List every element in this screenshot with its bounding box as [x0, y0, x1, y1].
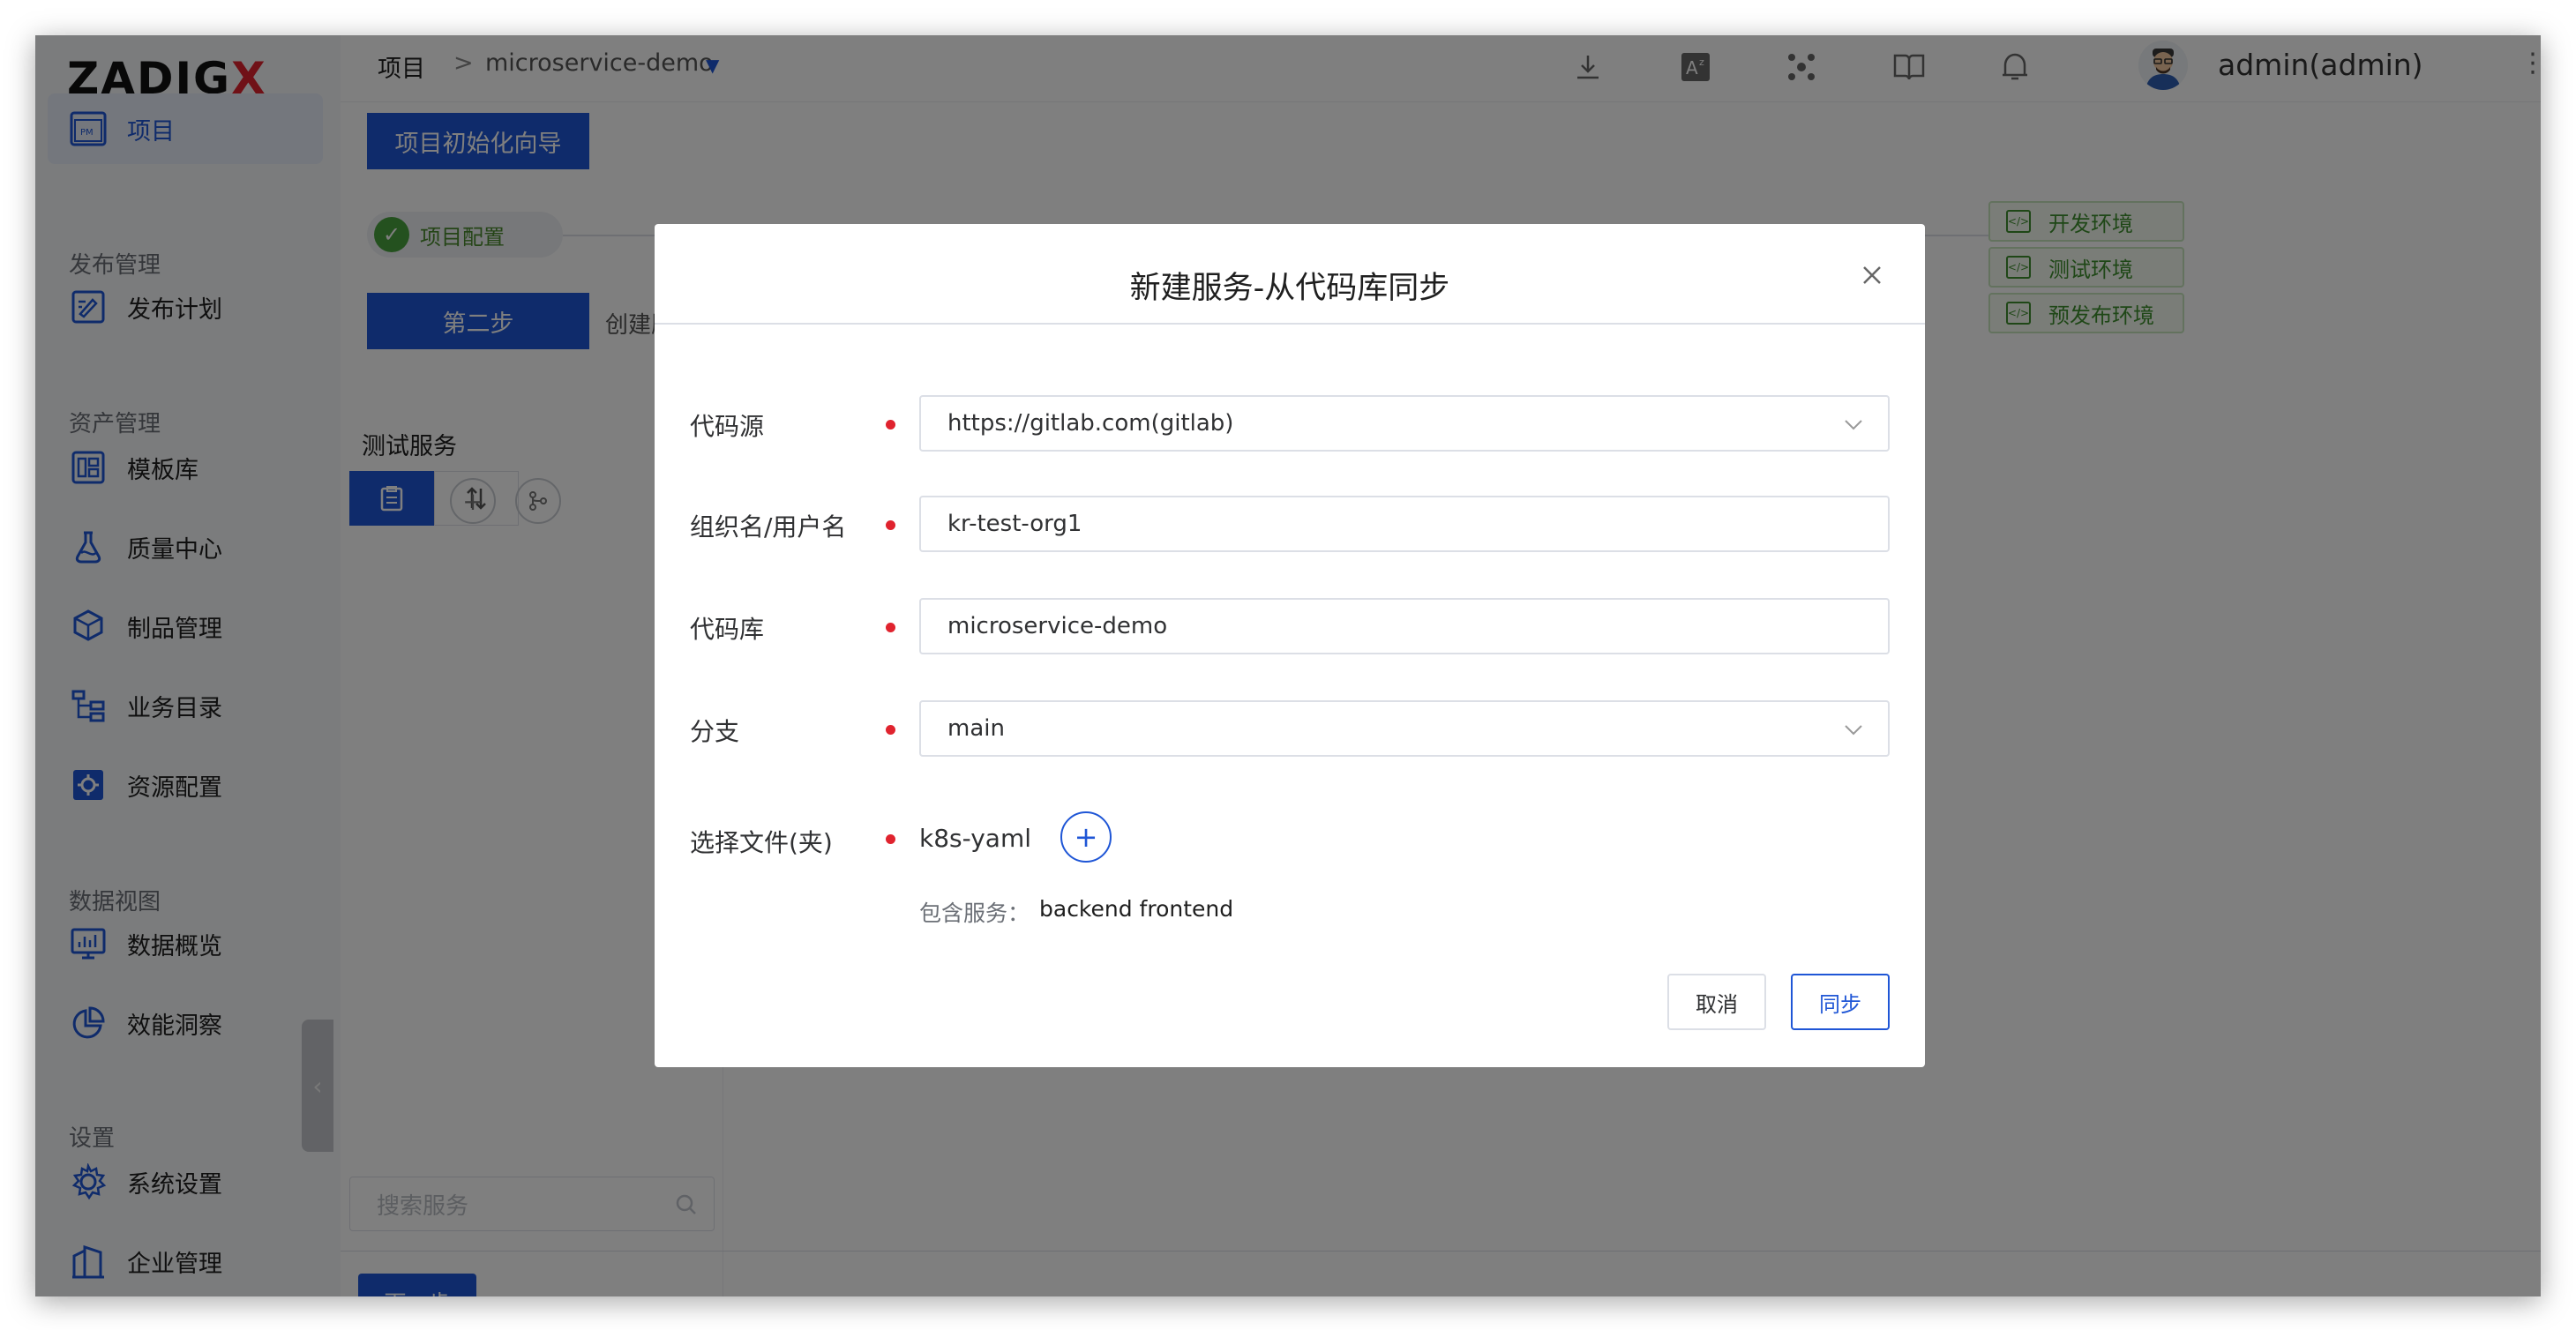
branch-select[interactable]: main [919, 700, 1890, 757]
chevron-down-icon [1842, 413, 1865, 436]
contains-services-label: 包含服务： [919, 900, 1030, 926]
add-file-button[interactable]: + [1060, 811, 1112, 863]
required-marker [886, 520, 895, 530]
branch-label: 分支 [690, 717, 740, 746]
repo-label: 代码库 [690, 615, 765, 644]
code-source-label: 代码源 [690, 412, 765, 441]
dialog-divider [655, 323, 1925, 325]
required-marker [886, 834, 895, 844]
app-window: ZADIGX PM 项目 发布管理 发布计划 资产管理 模板库 质量中心 [35, 35, 2541, 1296]
required-marker [886, 623, 895, 632]
chevron-down-icon [1842, 718, 1865, 741]
org-name-field[interactable]: kr-test-org1 [919, 496, 1890, 552]
plus-icon: + [1074, 820, 1098, 854]
required-marker [886, 420, 895, 430]
close-icon[interactable] [1854, 258, 1890, 293]
dialog-title: 新建服务-从代码库同步 [1129, 271, 1450, 306]
contains-services-value: backend frontend [1039, 896, 1234, 922]
code-source-select[interactable]: https://gitlab.com(gitlab) [919, 395, 1890, 452]
cancel-button[interactable]: 取消 [1667, 974, 1766, 1030]
required-marker [886, 725, 895, 735]
org-name-label: 组织名/用户名 [690, 512, 847, 542]
sync-from-repo-dialog: 新建服务-从代码库同步 代码源 https://gitlab.com(gitla… [655, 224, 1925, 1067]
sync-button[interactable]: 同步 [1791, 974, 1890, 1030]
select-file-label: 选择文件(夹) [690, 828, 833, 857]
selected-file: k8s-yaml [919, 824, 1032, 853]
repo-field[interactable]: microservice-demo [919, 598, 1890, 654]
